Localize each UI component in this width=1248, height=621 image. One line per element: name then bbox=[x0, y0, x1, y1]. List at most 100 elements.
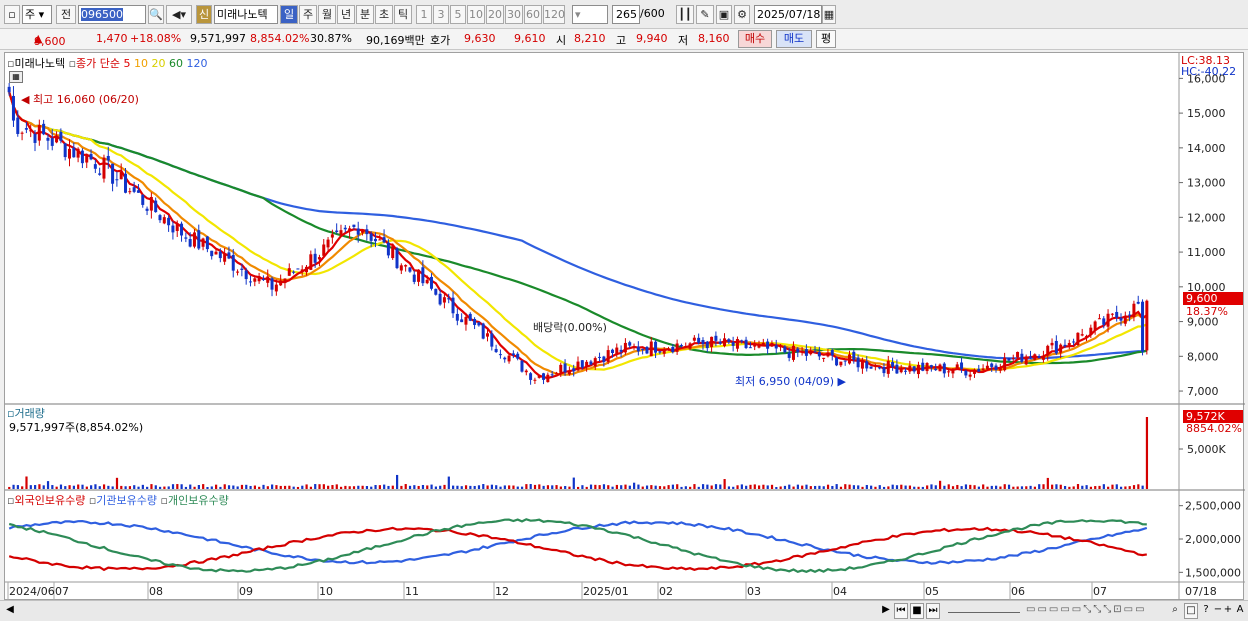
volume-bar bbox=[938, 480, 942, 489]
chart-svg[interactable]: 16,00015,00014,00013,00012,00011,00010,0… bbox=[5, 53, 1245, 601]
volume-bar bbox=[1068, 486, 1071, 489]
candle-body bbox=[266, 276, 270, 283]
candle-body bbox=[1119, 317, 1123, 321]
candle-icon[interactable]: ┃┃ bbox=[676, 5, 694, 24]
scroll-left-icon[interactable]: ◀ bbox=[4, 603, 16, 619]
candle-body bbox=[744, 339, 748, 349]
volume-bar bbox=[158, 486, 162, 489]
volume-bar bbox=[477, 485, 481, 489]
volume-bar bbox=[344, 485, 347, 489]
candle-body bbox=[201, 238, 205, 247]
buy-button[interactable]: 매수 bbox=[738, 30, 772, 48]
volume-bar bbox=[176, 484, 179, 489]
x-axis-label: 03 bbox=[747, 585, 761, 598]
stock-name[interactable]: 미래나노텍 bbox=[214, 5, 278, 24]
candle-body bbox=[688, 343, 692, 349]
zoom-out-icon[interactable]: ⌕ bbox=[1168, 603, 1182, 619]
candle-body bbox=[98, 173, 102, 175]
candle-body bbox=[783, 346, 787, 353]
date-input[interactable]: 2025/07/18 bbox=[754, 5, 822, 24]
volume-bar bbox=[654, 485, 657, 489]
font-icon[interactable]: A bbox=[1234, 603, 1246, 619]
candle-body bbox=[335, 230, 339, 232]
chart-area[interactable]: 16,000 15,000 14,000 13,000 12,000 11,000 10,0… bbox=[4, 52, 1245, 601]
save-icon[interactable]: ▣ bbox=[716, 5, 732, 24]
reset-icon[interactable]: □ bbox=[1184, 603, 1198, 619]
price-tick-label: 12,000 bbox=[1187, 211, 1226, 224]
interval-button-5[interactable]: 30 bbox=[505, 5, 523, 24]
eval-button[interactable]: 평 bbox=[816, 30, 836, 48]
zoom-in-icon[interactable]: ? bbox=[1200, 603, 1212, 619]
candle-body bbox=[481, 323, 485, 339]
period-button-3[interactable]: 년 bbox=[337, 5, 355, 24]
scroll-right-icon[interactable]: ▶ bbox=[880, 603, 892, 619]
interval-button-7[interactable]: 120 bbox=[543, 5, 565, 24]
search-icon[interactable]: 🔍 bbox=[148, 5, 164, 24]
legend-ma10: 10 bbox=[134, 57, 149, 70]
interval-button-4[interactable]: 20 bbox=[486, 5, 504, 24]
volume-bar bbox=[404, 484, 407, 489]
candle-body bbox=[486, 333, 490, 337]
interval-button-2[interactable]: 5 bbox=[450, 5, 466, 24]
stop-icon[interactable]: ■ bbox=[910, 603, 924, 619]
holding-legend-icon-3: ▫ bbox=[160, 494, 168, 507]
candle-body bbox=[80, 150, 84, 164]
speaker-icon[interactable]: ◀▾ bbox=[166, 5, 192, 24]
count-input[interactable]: 265 bbox=[612, 5, 640, 24]
interval-select[interactable]: ▾ bbox=[572, 5, 608, 24]
candle-body bbox=[554, 372, 558, 374]
gear-icon[interactable]: ⚙ bbox=[734, 5, 750, 24]
candle-body bbox=[822, 357, 826, 359]
market-select[interactable]: 주 ▾ bbox=[22, 5, 52, 24]
candle-body bbox=[615, 347, 619, 355]
period-button-4[interactable]: 분 bbox=[356, 5, 374, 24]
period-button-2[interactable]: 월 bbox=[318, 5, 336, 24]
plus-icon[interactable]: + bbox=[1222, 603, 1234, 619]
volume-bar bbox=[693, 484, 696, 489]
stock-code-input[interactable]: 096500 bbox=[78, 5, 146, 24]
interval-button-1[interactable]: 3 bbox=[433, 5, 449, 24]
interval-button-3[interactable]: 10 bbox=[467, 5, 485, 24]
period-button-0[interactable]: 일 bbox=[280, 5, 298, 24]
volume-bar bbox=[671, 484, 675, 489]
amount-value: 90,169백만 bbox=[366, 34, 425, 47]
table-icon[interactable]: ▦ bbox=[9, 71, 23, 83]
volume-bar bbox=[163, 486, 166, 489]
price-tick-label: 7,000 bbox=[1187, 385, 1219, 398]
interval-button-0[interactable]: 1 bbox=[416, 5, 432, 24]
sell-button[interactable]: 매도 bbox=[776, 30, 812, 48]
legend-ma120: 120 bbox=[186, 57, 208, 70]
zoom-slider[interactable] bbox=[948, 603, 1020, 613]
candle-body bbox=[296, 268, 300, 270]
volume-bar bbox=[16, 485, 19, 489]
calendar-icon[interactable]: ▦ bbox=[822, 5, 836, 24]
interval-button-6[interactable]: 60 bbox=[524, 5, 542, 24]
legend-type: 종가 단순 bbox=[76, 57, 121, 70]
period-button-6[interactable]: 틱 bbox=[394, 5, 412, 24]
volume-bar bbox=[658, 486, 662, 489]
candle-body bbox=[761, 342, 765, 346]
drawing-tools-icon[interactable]: ▭▭▭▭▭⤡⤡⤡⊡▭▭ bbox=[1026, 603, 1166, 619]
volume-bar bbox=[585, 486, 588, 489]
candle-body bbox=[399, 265, 403, 271]
candle-body bbox=[339, 230, 343, 235]
candle-body bbox=[300, 269, 304, 272]
volume-bar bbox=[408, 485, 412, 489]
window-icon[interactable]: ▫ bbox=[4, 5, 20, 24]
first-icon[interactable]: ⏮ bbox=[894, 603, 908, 619]
candle-body bbox=[253, 278, 257, 282]
period-button-5[interactable]: 초 bbox=[375, 5, 393, 24]
volume-bar bbox=[68, 485, 71, 489]
candle-body bbox=[718, 341, 722, 344]
volume-bar bbox=[852, 485, 856, 489]
last-icon[interactable]: ⏭ bbox=[926, 603, 940, 619]
crosshair-icon[interactable]: ✎ bbox=[696, 5, 714, 24]
candle-body bbox=[162, 217, 166, 224]
volume-bar bbox=[986, 486, 989, 489]
candle-body bbox=[7, 86, 11, 93]
candle-body bbox=[585, 361, 589, 368]
period-button-1[interactable]: 주 bbox=[299, 5, 317, 24]
volume-bar bbox=[792, 486, 795, 489]
prev-button[interactable]: 전 bbox=[56, 5, 76, 24]
volume-bar bbox=[865, 484, 868, 489]
